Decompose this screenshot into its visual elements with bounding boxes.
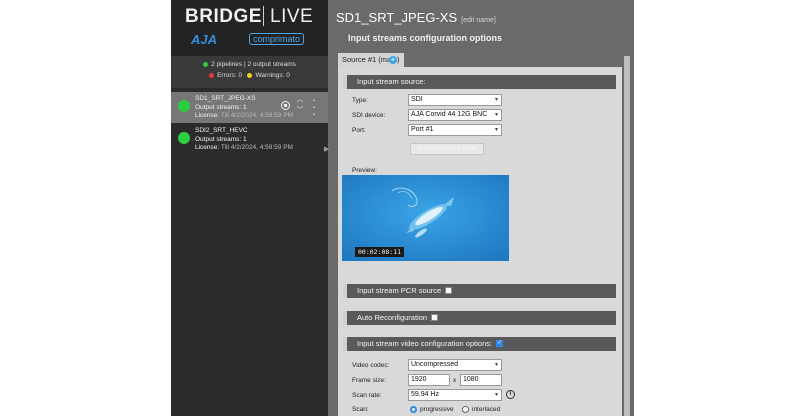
video-codec-select-value: Uncompressed [411, 361, 459, 368]
brand-logo-live: LIVE [270, 6, 314, 27]
section-pcr-source[interactable]: Input stream PCR source [343, 284, 616, 298]
warning-icon [247, 72, 253, 78]
sdi-device-select[interactable]: AJA Corvid 44 12G BNC ▾ [408, 109, 502, 121]
pipeline-name: SD1_SRT_JPEG-XS [195, 95, 256, 102]
brand-divider [263, 6, 264, 26]
video-codec-select[interactable]: Uncompressed ▾ [408, 359, 502, 371]
sdi-device-label: SDI device: [352, 112, 386, 119]
pipeline-output: Output streams: 1 [195, 135, 247, 143]
scan-progressive-radio[interactable] [410, 406, 417, 413]
section-input-stream-source-label: Input stream source: [357, 77, 426, 86]
pcr-header-text: Input stream PCR source [357, 286, 442, 295]
auto-reconfig-header-text: Auto Reconfiguration [357, 313, 428, 322]
video-codec-label: Video codec: [352, 362, 390, 369]
stop-circle-icon[interactable] [281, 101, 290, 110]
sdi-device-select-value: AJA Corvid 44 12G BNC [411, 111, 488, 118]
scan-progressive-label: progressive [420, 406, 454, 413]
scan-rate-select-value: 59.94 Hz [411, 391, 440, 398]
pipelines-sidebar: BRIDGE LIVE AJA comprimato 2 pipelines |… [171, 0, 328, 416]
chevron-down-icon: ▾ [494, 362, 498, 368]
scan-rate-label: Scan rate: [352, 392, 382, 399]
section-input-stream-source[interactable]: Input stream source: [343, 75, 616, 89]
chevron-down-icon: ▾ [494, 112, 498, 118]
scan-label: Scan: [352, 406, 369, 413]
pipeline-status-icon [178, 132, 190, 144]
brand-header: BRIDGE LIVE AJA comprimato [171, 0, 328, 56]
pipeline-license: License: Till 4/2/2024, 4:59:59 PM [195, 112, 293, 121]
pipeline-output: Output streams: 1 [195, 103, 247, 111]
plus-icon[interactable]: + [389, 56, 397, 64]
edit-name-link[interactable]: [edit name] [461, 17, 496, 24]
collapse-sidebar-icon[interactable]: ▶ [324, 145, 329, 153]
section-auto-reconfiguration[interactable]: Auto Reconfiguration [343, 311, 616, 325]
pipeline-item-text: SDI2_SRT_HEVC Output streams: 1 License:… [195, 127, 293, 153]
license-date: Till 4/2/2024, 4:59:59 PM [220, 144, 293, 151]
scan-interlaced-label: interlaced [472, 406, 501, 413]
pipeline-item-sdi2-srt-hevc[interactable]: SDI2_SRT_HEVC Output streams: 1 License:… [171, 124, 328, 155]
type-select-value: SDI [411, 96, 423, 103]
pipeline-license: License: Till 4/2/2024, 4:59:59 PM [195, 144, 293, 153]
type-select[interactable]: SDI ▾ [408, 94, 502, 106]
info-icon[interactable]: i [506, 390, 515, 399]
auto-reconfiguration-checkbox[interactable] [431, 314, 439, 321]
source-config-panel: Input stream source: Type: SDI ▾ SDI devi… [338, 67, 622, 416]
errors-count: 0 [238, 72, 243, 79]
chevron-down-icon: ▾ [494, 127, 498, 133]
pipeline-config-main: ▶ SD1_SRT_JPEG-XS [edit name] Input strea… [324, 0, 634, 416]
pipeline-name: SDI2_SRT_HEVC [195, 127, 248, 134]
port-select[interactable]: Port #1 ▾ [408, 124, 502, 136]
license-label: License: [195, 144, 220, 151]
warnings-label: Warnings: [255, 72, 285, 79]
summary-alerts-row: Errors: 0 Warnings: 0 [171, 72, 328, 79]
type-label: Type: [352, 97, 368, 104]
video-config-checkbox[interactable] [496, 339, 504, 347]
frame-size-separator: x [453, 377, 457, 384]
aja-logo: AJA [191, 32, 218, 47]
panel-scrollbar[interactable] [624, 56, 630, 416]
pipeline-item-text: SD1_SRT_JPEG-XS Output streams: 1 Licens… [195, 95, 293, 121]
section-video-configuration-label: Input stream video configuration options… [357, 339, 504, 348]
video-config-header-text: Input stream video configuration options… [357, 339, 493, 348]
errors-label: Errors: [217, 72, 237, 79]
license-label: License: [195, 112, 220, 119]
pipeline-status-icon [178, 100, 190, 112]
status-ok-icon [203, 61, 209, 67]
summary-pipelines-row: 2 pipelines | 2 output streams [171, 61, 328, 68]
page-title: SD1_SRT_JPEG-XS [edit name] [336, 10, 496, 25]
chevron-down-icon: ▾ [494, 392, 498, 398]
port-select-value: Port #1 [411, 126, 434, 133]
section-pcr-source-label: Input stream PCR source [357, 286, 453, 295]
error-icon [209, 72, 215, 78]
brand-logo-bridge: BRIDGE [185, 6, 262, 27]
video-preview: 00:02:08:11 [342, 175, 509, 261]
pipeline-item-sd1-srt-jpeg-xs[interactable]: SD1_SRT_JPEG-XS Output streams: 1 Licens… [171, 92, 328, 123]
frame-size-label: Frame size: [352, 377, 386, 384]
start-detecting-input-button[interactable]: Start Detecting Input [410, 143, 484, 155]
preview-label: Preview: [352, 167, 377, 174]
preview-timecode: 00:02:08:11 [355, 247, 405, 257]
pipelines-summary: 2 pipelines | 2 output streams Errors: 0… [171, 56, 328, 88]
frame-height-input[interactable]: 1080 [460, 374, 502, 386]
warnings-count: 0 [286, 72, 290, 79]
pipeline-title: SD1_SRT_JPEG-XS [336, 10, 458, 25]
summary-pipelines-text: 2 pipelines | 2 output streams [211, 61, 296, 68]
chevron-down-icon: ▾ [494, 97, 498, 103]
scan-interlaced-radio[interactable] [462, 406, 469, 413]
license-date: Till 4/2/2024, 4:59:59 PM [220, 112, 293, 119]
page-subtitle: Input streams configuration options [348, 33, 503, 43]
kebab-menu-icon[interactable]: · · · [311, 93, 317, 120]
chevron-up-down-icon[interactable]: ︿ ﹀ [295, 94, 305, 116]
port-label: Port: [352, 127, 366, 134]
pcr-checkbox[interactable] [445, 287, 453, 294]
section-video-configuration[interactable]: Input stream video configuration options… [343, 337, 616, 351]
scan-rate-select[interactable]: 59.94 Hz ▾ [408, 389, 502, 401]
frame-width-input[interactable]: 1920 [408, 374, 450, 386]
section-auto-reconfiguration-label: Auto Reconfiguration [357, 313, 439, 322]
comprimato-logo: comprimato [249, 33, 305, 45]
